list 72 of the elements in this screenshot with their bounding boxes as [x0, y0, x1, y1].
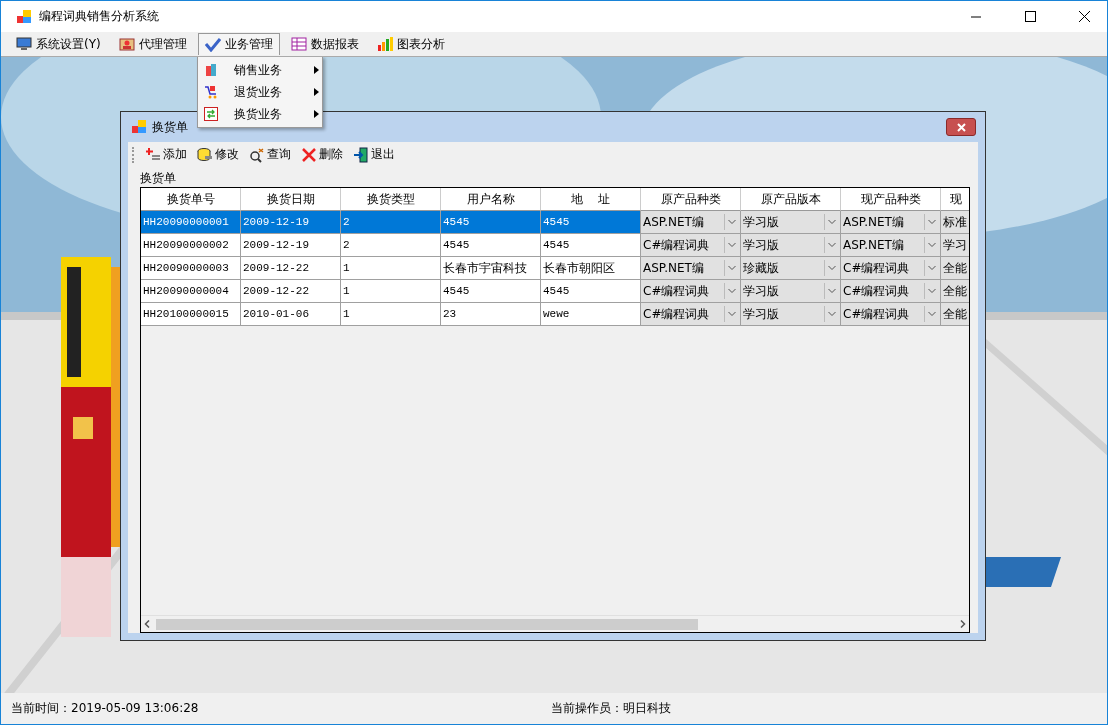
dropdown-cell[interactable]: 学习版 — [741, 234, 841, 257]
table-cell: 1 — [341, 280, 441, 303]
dropdown-cell[interactable]: C#编程词典 — [841, 257, 941, 280]
table-cell: 长春市朝阳区 — [541, 257, 641, 280]
table-cell: HH20090000003 — [141, 257, 241, 280]
table-cell: HH20090000002 — [141, 234, 241, 257]
menu-entry[interactable]: 退货业务 — [234, 83, 298, 101]
table-cell: 长春市宇宙科技 — [441, 257, 541, 280]
column-header[interactable]: 原产品版本 — [741, 188, 841, 211]
column-header[interactable]: 换货类型 — [341, 188, 441, 211]
table-cell: 1 — [341, 303, 441, 326]
table-cell: 2 — [341, 211, 441, 234]
column-header[interactable]: 换货单号 — [141, 188, 241, 211]
column-header[interactable]: 用户名称 — [441, 188, 541, 211]
table-cell: 4545 — [541, 234, 641, 257]
table-cell: 4545 — [441, 280, 541, 303]
table-cell: 23 — [441, 303, 541, 326]
menu-entry[interactable]: 销售业务 — [234, 61, 298, 79]
table-cell: 2009-12-22 — [241, 280, 341, 303]
table-cell: 2009-12-22 — [241, 257, 341, 280]
table-cell: wewe — [541, 303, 641, 326]
dropdown-cell[interactable]: C#编程词典 — [841, 303, 941, 326]
menu-item[interactable]: 系统设置(Y) — [9, 33, 108, 55]
dropdown-cell[interactable]: ASP.NET编 — [841, 234, 941, 257]
toolbar-button[interactable]: 删除 — [299, 143, 345, 166]
table-cell: 1 — [341, 257, 441, 280]
menu-item[interactable]: 代理管理 — [111, 33, 194, 55]
table-cell: HH20090000001 — [141, 211, 241, 234]
dropdown-cell[interactable]: C#编程词典 — [641, 280, 741, 303]
dropdown-cell[interactable]: 学习版 — [741, 280, 841, 303]
dropdown-cell[interactable]: ASP.NET编 — [641, 211, 741, 234]
column-header[interactable]: 现产品种类 — [841, 188, 941, 211]
toolbar-button[interactable]: 查询 — [247, 143, 293, 166]
dropdown-cell[interactable]: 学习版 — [741, 211, 841, 234]
group-label: 换货单 — [140, 170, 177, 187]
table-cell: HH20100000015 — [141, 303, 241, 326]
status-operator: 当前操作员：明日科技 — [551, 700, 672, 717]
dropdown-cell[interactable]: ASP.NET编 — [641, 257, 741, 280]
dropdown-cell[interactable]: 全能 — [941, 280, 969, 303]
table-cell: 2 — [341, 234, 441, 257]
dropdown-cell[interactable]: C#编程词典 — [841, 280, 941, 303]
table-cell: 2009-12-19 — [241, 234, 341, 257]
table-cell: 4545 — [541, 280, 641, 303]
dropdown-cell[interactable]: C#编程词典 — [641, 303, 741, 326]
dropdown-cell[interactable]: C#编程词典 — [641, 234, 741, 257]
dropdown-cell[interactable]: 全能 — [941, 303, 969, 326]
child-window-title: 换货单 — [152, 118, 188, 136]
toolbar-button[interactable]: 修改 — [195, 143, 241, 166]
table-cell: HH20090000004 — [141, 280, 241, 303]
table-cell: 2009-12-19 — [241, 211, 341, 234]
table-cell: 4545 — [441, 234, 541, 257]
dropdown-cell[interactable]: 标准 — [941, 211, 969, 234]
menu-item[interactable]: 数据报表 — [283, 33, 366, 55]
menu-item[interactable]: 业务管理 — [197, 33, 280, 55]
table-cell: 4545 — [541, 211, 641, 234]
column-header[interactable]: 现 — [941, 188, 969, 211]
column-header[interactable]: 换货日期 — [241, 188, 341, 211]
dropdown-cell[interactable]: 学习版 — [741, 303, 841, 326]
status-time: 当前时间：2019-05-09 13:06:28 — [11, 700, 200, 717]
column-header[interactable]: 原产品种类 — [641, 188, 741, 211]
table-cell: 2010-01-06 — [241, 303, 341, 326]
toolbar-button[interactable]: 添加 — [143, 143, 189, 166]
table-cell: 4545 — [441, 211, 541, 234]
dropdown-cell[interactable]: 全能 — [941, 257, 969, 280]
column-header[interactable]: 地 址 — [541, 188, 641, 211]
dropdown-cell[interactable]: 珍藏版 — [741, 257, 841, 280]
dropdown-cell[interactable]: ASP.NET编 — [841, 211, 941, 234]
menu-item[interactable]: 图表分析 — [369, 33, 452, 55]
menu-entry[interactable]: 换货业务 — [234, 105, 298, 123]
toolbar-button[interactable]: 退出 — [351, 143, 397, 166]
dropdown-cell[interactable]: 学习 — [941, 234, 969, 257]
window-title: 编程词典销售分析系统 — [39, 8, 160, 25]
